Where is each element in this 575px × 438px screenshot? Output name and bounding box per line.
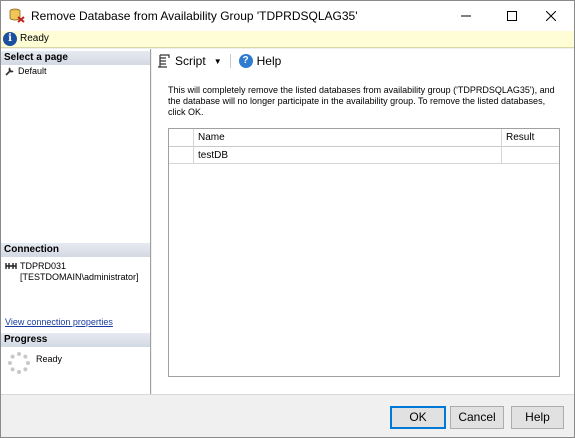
chevron-down-icon[interactable]: ▼ [214, 57, 222, 66]
row-selector[interactable] [169, 147, 194, 164]
script-button[interactable]: Script ▼ [155, 51, 224, 71]
connection-server: TDPRD031 [20, 261, 67, 271]
help-toolbar-button[interactable]: ? Help [237, 51, 284, 71]
page-item-label: Default [18, 66, 47, 76]
row-selector-header [169, 129, 194, 147]
server-connection-icon [5, 263, 17, 269]
status-text: Ready [20, 33, 49, 44]
description-text: This will completely remove the listed d… [168, 85, 555, 117]
grid-header: Name Result [169, 129, 559, 147]
button-bar: OK Cancel Help [1, 394, 574, 437]
info-icon: i [3, 32, 17, 46]
script-label: Script [175, 54, 206, 68]
dialog-window: Remove Database from Availability Group … [0, 0, 575, 438]
help-toolbar-label: Help [256, 54, 282, 68]
content-pane: Script ▼ ? Help This will completely rem… [152, 49, 574, 394]
connection-header: Connection [1, 243, 150, 257]
help-button[interactable]: Help [511, 406, 564, 429]
minimize-icon [461, 15, 471, 17]
close-icon [546, 11, 556, 21]
minimize-button[interactable] [443, 1, 489, 31]
cell-database-name: testDB [194, 147, 502, 164]
status-bar: i Ready [1, 31, 574, 48]
select-page-header: Select a page [1, 51, 150, 65]
maximize-icon [507, 11, 517, 21]
connection-user: [TESTDOMAIN\administrator] [20, 272, 139, 282]
help-icon: ? [238, 54, 253, 68]
progress-header: Progress [1, 333, 150, 347]
page-item-default[interactable]: Default [5, 65, 47, 77]
script-icon [158, 54, 170, 68]
table-row[interactable]: testDB [169, 147, 559, 164]
close-button[interactable] [528, 1, 574, 31]
connection-info: TDPRD031 [TESTDOMAIN\administrator] [5, 261, 139, 283]
window-title: Remove Database from Availability Group … [31, 9, 358, 23]
cancel-button[interactable]: Cancel [450, 406, 504, 429]
cell-result [502, 147, 559, 164]
ok-button[interactable]: OK [390, 406, 446, 429]
wrench-icon [5, 67, 14, 76]
column-header-result[interactable]: Result [502, 129, 559, 147]
progress-status: Ready [36, 354, 63, 364]
database-grid[interactable]: Name Result testDB [168, 128, 560, 377]
toolbar: Script ▼ ? Help [152, 49, 574, 73]
column-header-name[interactable]: Name [194, 129, 502, 147]
remove-database-icon [9, 8, 25, 23]
progress-spinner-icon [8, 352, 30, 374]
title-bar[interactable]: Remove Database from Availability Group … [1, 1, 574, 31]
toolbar-separator [229, 54, 231, 68]
view-connection-properties-link[interactable]: View connection properties [5, 317, 113, 327]
left-pane: Select a page Default Connection TDPRD03… [1, 49, 151, 394]
